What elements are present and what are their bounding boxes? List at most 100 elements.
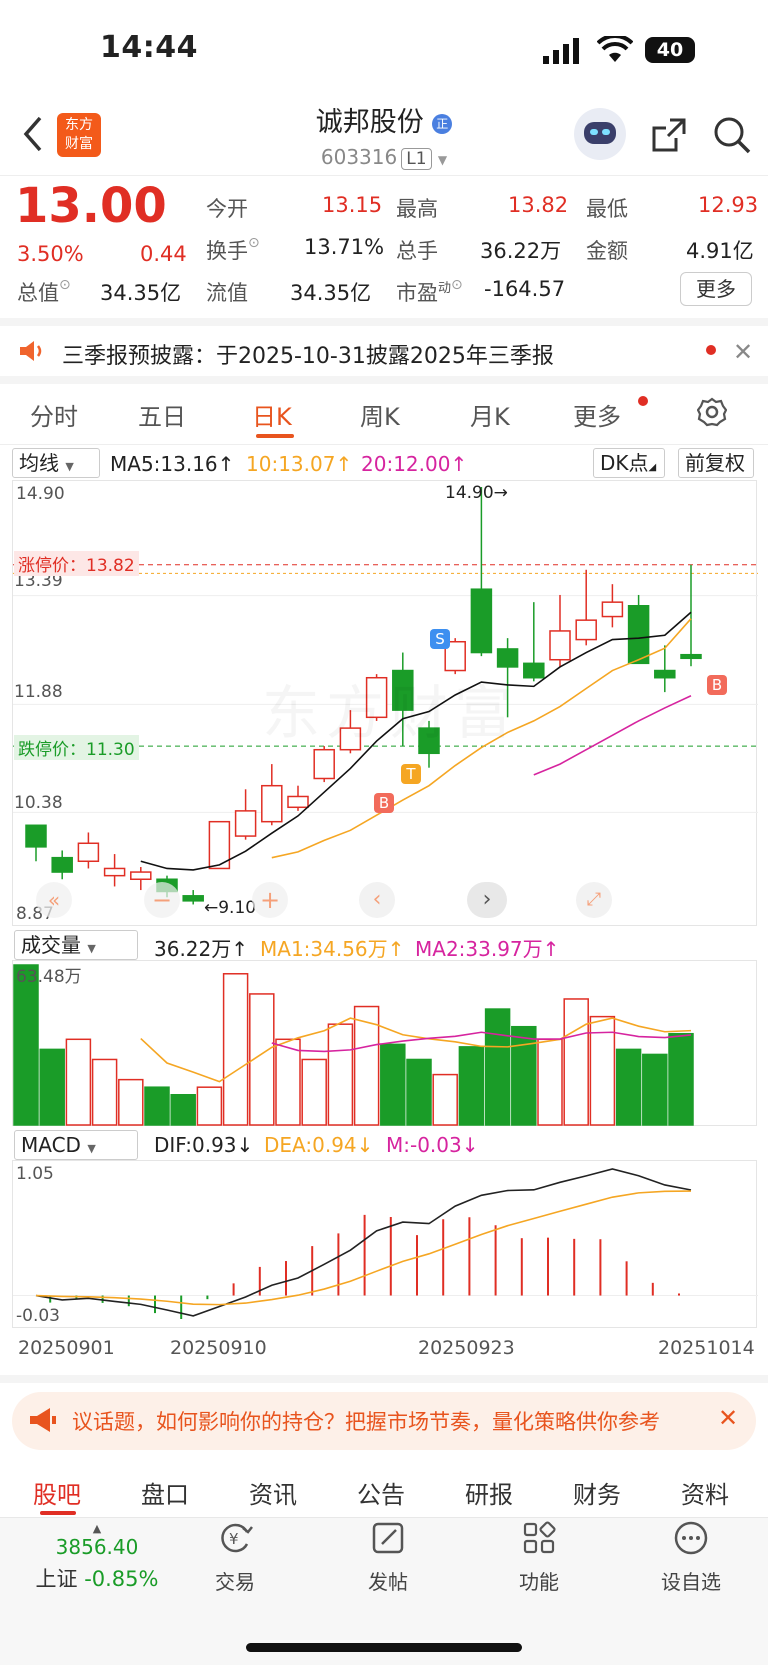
tabs-divider	[0, 444, 768, 445]
post-label: 发帖	[368, 1570, 408, 1594]
dk-point-button[interactable]: DK点◢	[593, 448, 665, 478]
more-button[interactable]: 更多	[680, 272, 752, 306]
buy-signal-badge[interactable]: B	[707, 675, 727, 695]
prev-icon[interactable]: ‹	[359, 882, 395, 918]
candle-body	[313, 748, 335, 780]
volume-bar	[118, 1078, 144, 1126]
vol-ma1-legend: MA1:34.56万↑	[260, 937, 405, 961]
zoom-out-icon[interactable]: −	[144, 882, 180, 918]
x-date-3: 20250923	[418, 1337, 515, 1359]
last-price: 13.00	[15, 178, 167, 234]
tab-daily-k[interactable]: 日K	[252, 397, 292, 432]
turnover-label: 换手⊙	[206, 235, 260, 263]
assistant-avatar[interactable]	[574, 108, 626, 160]
float-label: 流值	[206, 281, 248, 305]
bottom-tab-research[interactable]: 研报	[465, 1475, 513, 1510]
scroll-left-fast-icon[interactable]: «	[36, 882, 72, 918]
mktcap-value: 34.35亿	[100, 281, 182, 305]
function-button[interactable]: 功能	[484, 1520, 594, 1595]
candle-body	[601, 601, 624, 618]
search-icon[interactable]	[712, 115, 752, 159]
bottom-tab-profile[interactable]: 资料	[681, 1475, 729, 1510]
tab-more[interactable]: 更多	[573, 397, 621, 432]
macd-svg	[13, 1168, 758, 1319]
tab-monthly-k[interactable]: 月K	[470, 397, 510, 432]
candle-body	[496, 648, 519, 668]
bottom-tab-announcement[interactable]: 公告	[357, 1475, 405, 1510]
volume-bar	[144, 1086, 170, 1126]
y-label-top: 14.90	[16, 484, 65, 504]
sell-signal-badge[interactable]: S	[430, 629, 450, 649]
limit-down-label: 跌停价：11.30	[14, 735, 139, 760]
index-widget[interactable]: ▲ 3856.40 上证 -0.85%	[22, 1522, 172, 1593]
volume-bar	[39, 1048, 65, 1126]
info-icon[interactable]: ⊙	[248, 235, 260, 251]
signal-icon	[543, 38, 583, 68]
notice-text[interactable]: 三季报预披露：于2025-10-31披露2025年三季报	[62, 338, 554, 370]
volume-chart[interactable]	[12, 960, 757, 1126]
open-label: 今开	[206, 197, 248, 221]
banner-close-icon[interactable]: ✕	[718, 1404, 738, 1432]
trade-button[interactable]: ¥ 交易	[180, 1520, 290, 1595]
bottom-tab-news[interactable]: 资讯	[249, 1475, 297, 1510]
ma-select[interactable]: 均线 ▼	[12, 448, 100, 478]
volume-bar	[511, 1025, 537, 1126]
candle-body	[287, 795, 309, 809]
volume-bar	[563, 998, 589, 1126]
change-value: 0.44	[140, 242, 187, 266]
candle-body	[234, 810, 257, 837]
pe-value: -164.57	[484, 277, 566, 301]
tab-weekly-k[interactable]: 周K	[360, 397, 400, 432]
info-icon[interactable]: ⊙	[59, 277, 71, 293]
low-value: 12.93	[698, 193, 759, 217]
settings-icon[interactable]	[696, 397, 728, 431]
volume-bar	[301, 1058, 327, 1126]
ma20-legend: 20:12.00↑	[361, 452, 468, 476]
close-icon[interactable]: ✕	[733, 338, 753, 366]
tab-intraday[interactable]: 分时	[30, 397, 78, 432]
watchlist-label: 设自选	[661, 1570, 721, 1594]
t-signal-badge[interactable]: T	[401, 764, 421, 784]
adjust-button[interactable]: 前复权	[678, 448, 754, 478]
candle-body	[470, 588, 493, 654]
battery-level: 40	[656, 39, 684, 61]
candle-body	[575, 619, 597, 641]
ma10-legend: 10:13.07↑	[246, 452, 353, 476]
candle-body	[130, 871, 152, 881]
candle-body	[51, 856, 73, 873]
volume-bar	[327, 1023, 354, 1126]
macd-select[interactable]: MACD ▼	[14, 1130, 138, 1160]
y-label-4: 10.38	[14, 793, 63, 813]
share-icon[interactable]	[650, 116, 688, 158]
fullscreen-icon[interactable]: ⤢	[576, 882, 612, 918]
limit-up-label: 涨停价：13.82	[14, 551, 139, 576]
dif-line	[35, 1168, 692, 1317]
bottom-tab-pankou[interactable]: 盘口	[141, 1475, 189, 1510]
volume-select[interactable]: 成交量 ▼	[14, 930, 138, 960]
tab-five-day[interactable]: 五日	[138, 397, 186, 432]
next-icon[interactable]: ›	[467, 882, 507, 918]
bottom-tab-finance[interactable]: 财务	[573, 1475, 621, 1510]
vol-ma2-legend: MA2:33.97万↑	[415, 937, 560, 961]
volume-bar	[91, 1058, 118, 1126]
title-badge: 正	[432, 113, 453, 134]
macd-top-label: 1.05	[16, 1164, 54, 1184]
candle-body	[103, 867, 126, 877]
candle-body	[680, 653, 702, 660]
candle-body	[182, 895, 204, 902]
bottom-tab-guba[interactable]: 股吧	[33, 1475, 81, 1510]
watchlist-button[interactable]: 设自选	[636, 1520, 746, 1595]
candle-body	[261, 784, 283, 823]
promo-banner[interactable]: 议话题，如何影响你的持仓？把握市场节奏，量化策略供你参考 ✕	[12, 1392, 756, 1450]
volume-svg	[13, 964, 694, 1126]
info-icon[interactable]: ⊙	[451, 277, 463, 293]
buy-signal-badge[interactable]: B	[374, 793, 394, 813]
header-divider	[0, 175, 768, 176]
macd-bottom-label: -0.03	[16, 1306, 60, 1326]
post-button[interactable]: 发帖	[333, 1520, 443, 1595]
volume-bar	[668, 1032, 694, 1126]
volume-bar	[615, 1048, 642, 1126]
zoom-in-icon[interactable]: +	[252, 882, 288, 918]
macd-chart[interactable]	[12, 1160, 758, 1328]
volume-bar	[222, 973, 249, 1126]
